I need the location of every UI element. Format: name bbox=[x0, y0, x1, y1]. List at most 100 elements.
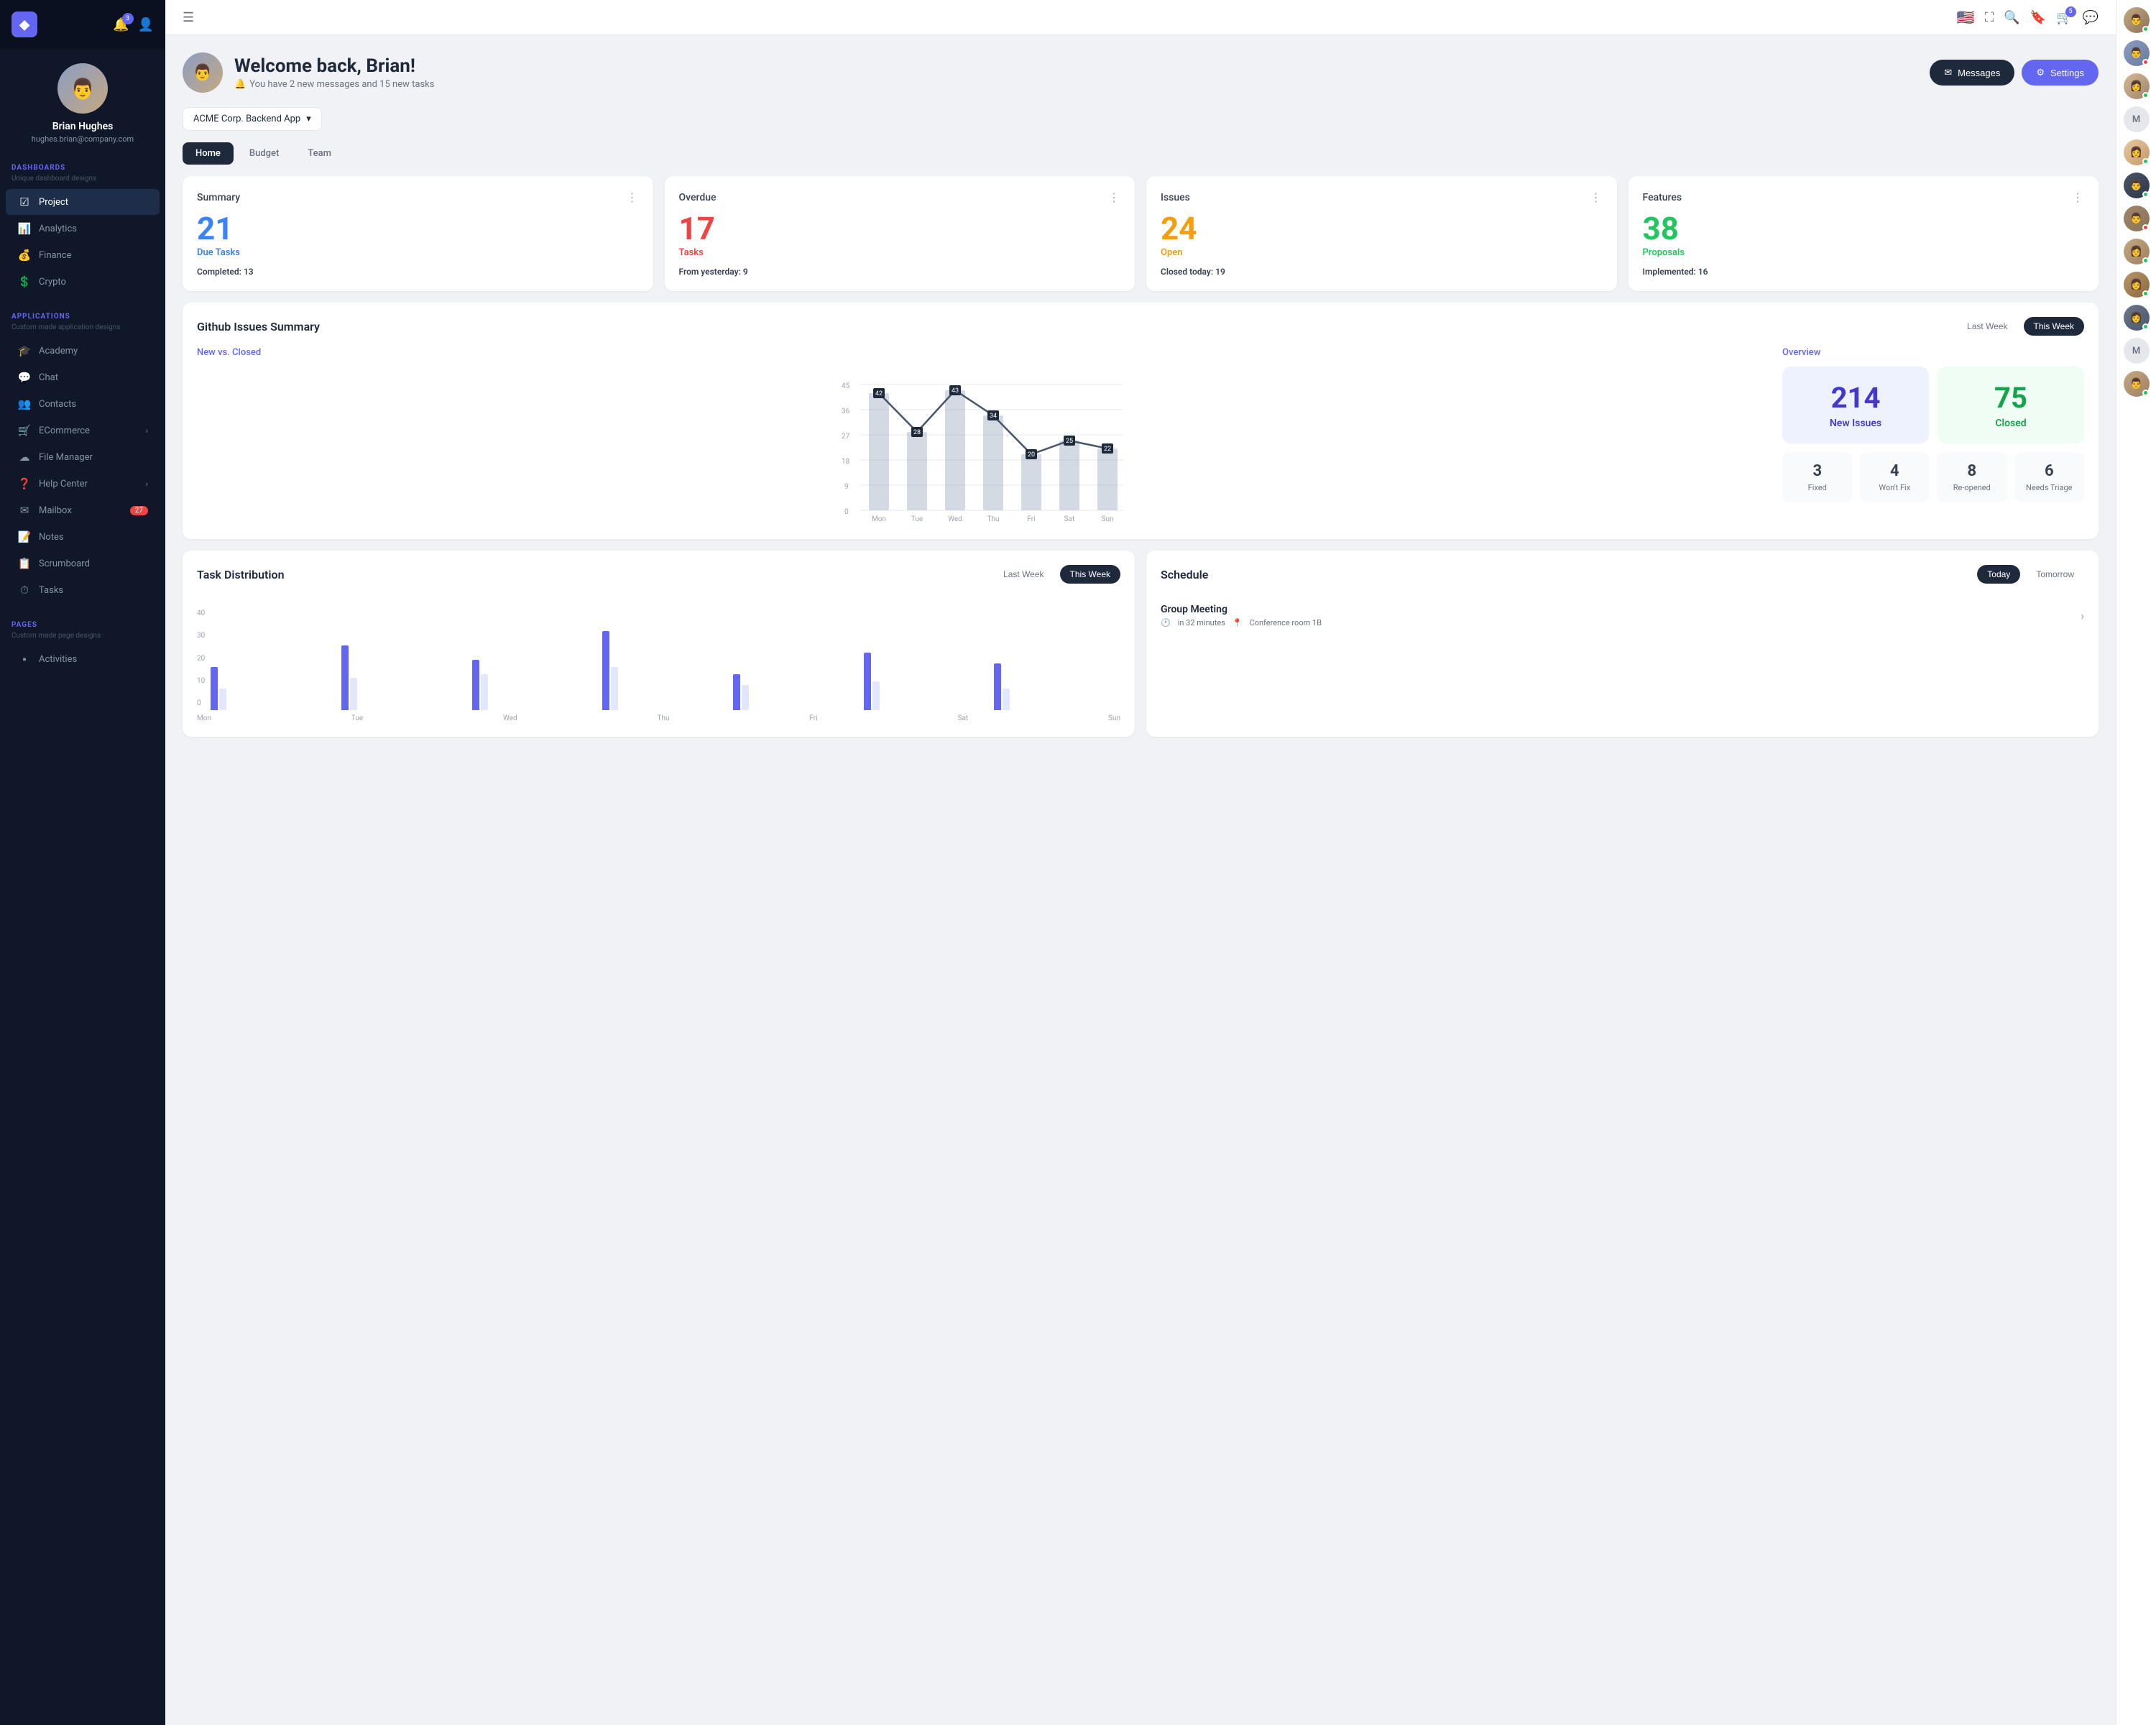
sidebar-item-academy[interactable]: 🎓 Academy bbox=[6, 338, 160, 364]
needs-triage-card: 6 Needs Triage bbox=[2014, 452, 2085, 502]
cart-icon[interactable]: 🛒 5 bbox=[2056, 10, 2072, 25]
sidebar-item-chat[interactable]: 💬 Chat bbox=[6, 364, 160, 390]
closed-label: Closed bbox=[1995, 418, 2026, 429]
reopened-card: 8 Re-opened bbox=[1937, 452, 2007, 502]
bell-icon: 🔔 bbox=[234, 79, 246, 90]
ecommerce-icon: 🛒 bbox=[17, 424, 32, 437]
stat-card-overdue: Overdue ⋮ 17 Tasks From yesterday: 9 bbox=[665, 176, 1135, 291]
more-options-icon[interactable]: ⋮ bbox=[627, 190, 639, 204]
main-content: ☰ 🇺🇸 ⛶ 🔍 🔖 🛒 5 💬 👨 Welcome back, Brian! … bbox=[165, 0, 2116, 1725]
sidebar-item-analytics[interactable]: 📊 Analytics bbox=[6, 216, 160, 242]
bookmark-icon[interactable]: 🔖 bbox=[2030, 10, 2046, 25]
sidebar-item-project[interactable]: ☑ Project bbox=[6, 189, 160, 215]
svg-text:25: 25 bbox=[1066, 438, 1073, 445]
needs-triage-label: Needs Triage bbox=[2020, 483, 2079, 492]
stat-number: 21 bbox=[197, 213, 639, 244]
today-button[interactable]: Today bbox=[1977, 565, 2020, 584]
tab-team[interactable]: Team bbox=[295, 142, 344, 165]
right-panel-avatar-3[interactable]: 👩 bbox=[2124, 73, 2150, 99]
sidebar-item-label: Analytics bbox=[39, 224, 77, 234]
notification-badge: 3 bbox=[122, 13, 134, 24]
sidebar: ◆ 🔔 3 👤 👨 Brian Hughes hughes.brian@comp… bbox=[0, 0, 165, 1725]
welcome-subtitle: 🔔 You have 2 new messages and 15 new tas… bbox=[234, 79, 434, 90]
sidebar-item-scrumboard[interactable]: 📋 Scrumboard bbox=[6, 551, 160, 576]
project-dropdown[interactable]: ACME Corp. Backend App ▾ bbox=[183, 107, 322, 131]
fullscreen-icon[interactable]: ⛶ bbox=[1985, 10, 1994, 25]
tomorrow-button[interactable]: Tomorrow bbox=[2026, 565, 2084, 584]
right-panel-avatar-11[interactable]: M bbox=[2124, 338, 2150, 364]
stat-title: Overdue bbox=[679, 192, 717, 203]
last-week-button[interactable]: Last Week bbox=[1957, 317, 2017, 336]
user-name: Brian Hughes bbox=[52, 121, 114, 132]
tab-budget[interactable]: Budget bbox=[236, 142, 292, 165]
more-options-icon[interactable]: ⋮ bbox=[1108, 190, 1120, 204]
sidebar-item-filemanager[interactable]: ☁ File Manager bbox=[6, 444, 160, 470]
sidebar-header: ◆ 🔔 3 👤 bbox=[0, 0, 165, 49]
bottom-grid: Task Distribution Last Week This Week 40… bbox=[183, 551, 2099, 737]
logo-icon[interactable]: ◆ bbox=[11, 12, 37, 37]
pages-section: PAGES Custom made page designs ▪ Activit… bbox=[0, 610, 165, 678]
sidebar-item-mailbox[interactable]: ✉ Mailbox 27 bbox=[6, 497, 160, 523]
user-circle-icon[interactable]: 👤 bbox=[138, 17, 154, 32]
sidebar-item-label: Project bbox=[39, 197, 68, 208]
sidebar-item-tasks[interactable]: ⏱ Tasks bbox=[6, 577, 160, 603]
more-options-icon[interactable]: ⋮ bbox=[2072, 190, 2084, 204]
right-panel-avatar-2[interactable]: 👨 bbox=[2124, 40, 2150, 66]
chart-container: 0 9 18 27 36 45 bbox=[197, 367, 1768, 525]
stat-label: Due Tasks bbox=[197, 247, 639, 258]
right-panel-avatar-7[interactable]: 👨 bbox=[2124, 206, 2150, 231]
more-options-icon[interactable]: ⋮ bbox=[1590, 190, 1603, 204]
right-panel-avatar-5[interactable]: 👩 bbox=[2124, 139, 2150, 165]
flag-icon[interactable]: 🇺🇸 bbox=[1957, 9, 1975, 26]
messages-button[interactable]: ✉ Messages bbox=[1930, 60, 2014, 86]
right-panel-avatar-1[interactable]: 👨 bbox=[2124, 7, 2150, 33]
notification-bell-icon[interactable]: 🔔 3 bbox=[113, 17, 129, 32]
reopened-number: 8 bbox=[1943, 462, 2001, 480]
card-title: Github Issues Summary bbox=[197, 320, 320, 334]
search-icon[interactable]: 🔍 bbox=[2004, 10, 2019, 25]
sidebar-item-ecommerce[interactable]: 🛒 ECommerce › bbox=[6, 418, 160, 443]
tab-home[interactable]: Home bbox=[183, 142, 234, 165]
stat-footer: Closed today: 19 bbox=[1161, 267, 1603, 277]
svg-text:0: 0 bbox=[844, 508, 849, 516]
right-panel-avatar-6[interactable]: 👨 bbox=[2124, 172, 2150, 198]
card-header: Schedule Today Tomorrow bbox=[1161, 565, 2084, 584]
svg-text:42: 42 bbox=[875, 390, 883, 397]
sidebar-item-contacts[interactable]: 👥 Contacts bbox=[6, 391, 160, 417]
right-panel-avatar-9[interactable]: 👩 bbox=[2124, 272, 2150, 298]
sidebar-item-notes[interactable]: 📝 Notes bbox=[6, 524, 160, 550]
wont-fix-number: 4 bbox=[1866, 462, 1925, 480]
right-panel-avatar-10[interactable]: 👩 bbox=[2124, 305, 2150, 331]
sidebar-item-activities[interactable]: ▪ Activities bbox=[6, 646, 160, 672]
reopened-label: Re-opened bbox=[1943, 483, 2001, 492]
hamburger-icon[interactable]: ☰ bbox=[183, 10, 194, 25]
fixed-number: 3 bbox=[1788, 462, 1847, 480]
stat-footer: From yesterday: 9 bbox=[679, 267, 1121, 277]
svg-text:27: 27 bbox=[842, 433, 850, 441]
svg-text:Fri: Fri bbox=[1027, 515, 1035, 523]
right-panel-avatar-12[interactable]: 👨 bbox=[2124, 371, 2150, 397]
user-avatar: 👨 bbox=[57, 63, 108, 114]
sidebar-item-crypto[interactable]: 💲 Crypto bbox=[6, 269, 160, 295]
svg-text:Thu: Thu bbox=[987, 515, 1000, 523]
fixed-card: 3 Fixed bbox=[1782, 452, 1853, 502]
header-icons: 🔔 3 👤 bbox=[113, 17, 154, 32]
this-week-button[interactable]: This Week bbox=[2024, 317, 2084, 336]
stat-number: 38 bbox=[1643, 213, 2085, 244]
new-issues-number: 214 bbox=[1831, 381, 1881, 415]
chat-topbar-icon[interactable]: 💬 bbox=[2083, 10, 2099, 25]
sidebar-item-label: ECommerce bbox=[39, 426, 90, 436]
chevron-right-icon[interactable]: › bbox=[2081, 609, 2084, 622]
task-last-week-button[interactable]: Last Week bbox=[993, 565, 1054, 584]
right-panel-avatar-4[interactable]: M bbox=[2124, 106, 2150, 132]
task-this-week-button[interactable]: This Week bbox=[1060, 565, 1120, 584]
sidebar-item-label: Scrumboard bbox=[39, 558, 90, 569]
sidebar-item-finance[interactable]: 💰 Finance bbox=[6, 242, 160, 268]
right-panel-avatar-8[interactable]: 👩 bbox=[2124, 239, 2150, 264]
sidebar-item-label: Mailbox bbox=[39, 505, 72, 516]
sidebar-item-helpcenter[interactable]: ❓ Help Center › bbox=[6, 471, 160, 497]
sidebar-item-label: Contacts bbox=[39, 399, 76, 410]
stat-card-features: Features ⋮ 38 Proposals Implemented: 16 bbox=[1628, 176, 2099, 291]
scrumboard-icon: 📋 bbox=[17, 557, 32, 570]
settings-button[interactable]: ⚙ Settings bbox=[2022, 60, 2099, 86]
